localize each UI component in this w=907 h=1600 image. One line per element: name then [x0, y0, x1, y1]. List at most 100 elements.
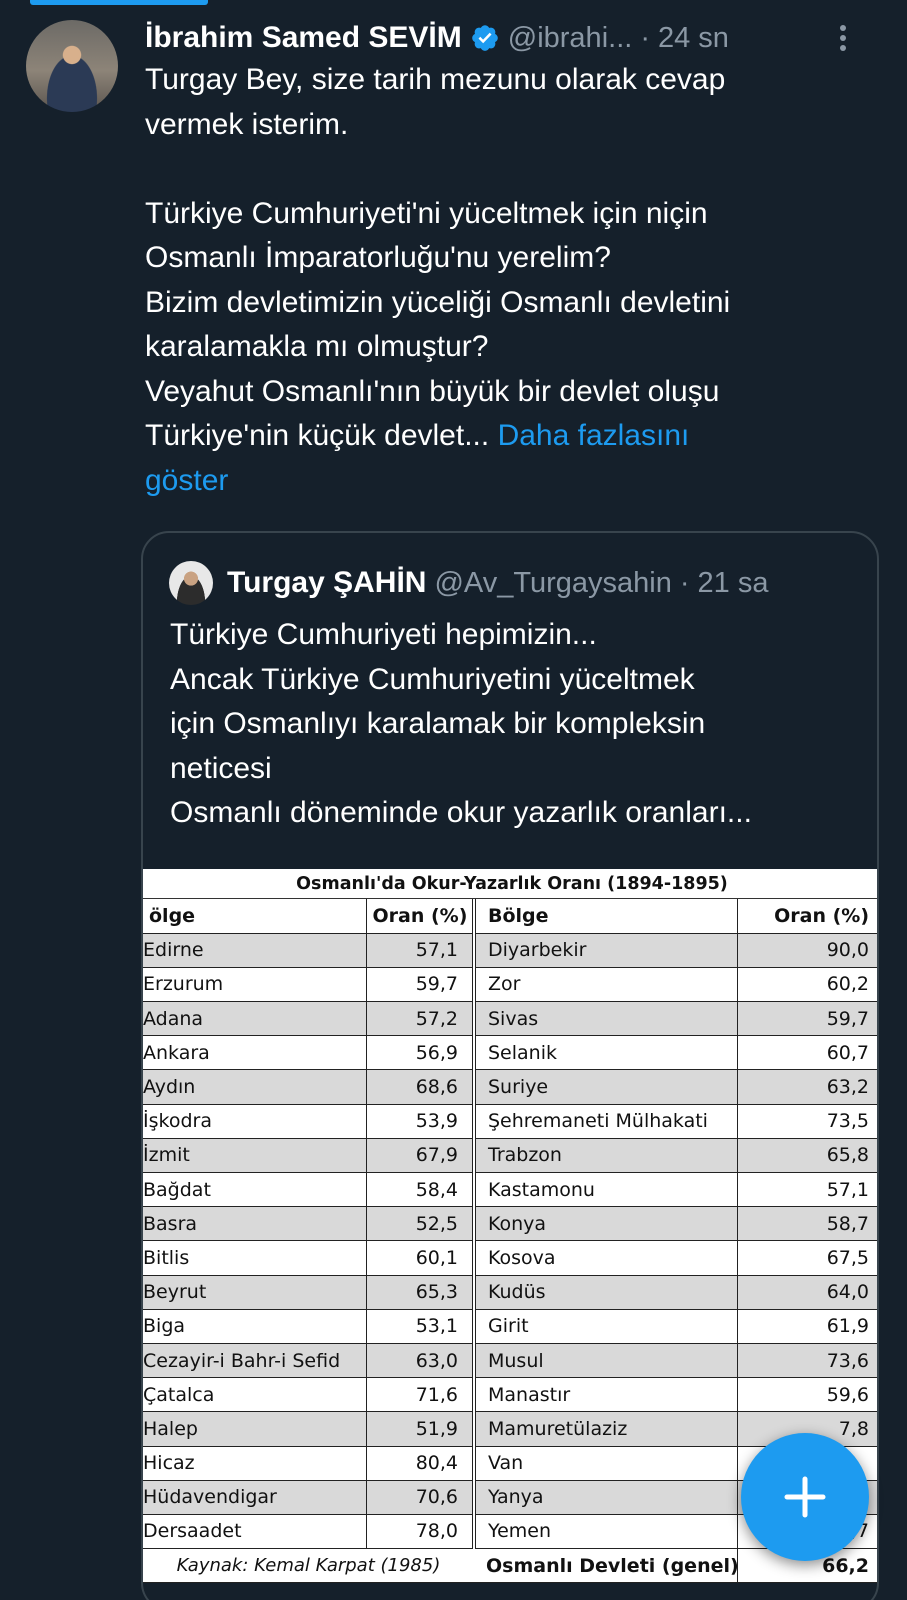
rate-cell: 53,9 — [366, 1104, 476, 1139]
rate-cell-2: 61,9 — [737, 1309, 877, 1344]
rate-cell-2: 65,8 — [737, 1138, 877, 1174]
quote-author-avatar — [169, 561, 213, 605]
quote-header: Turgay ŞAHİN @Av_Turgaysahin · 21 sa — [169, 561, 769, 605]
region-cell: Cezayir-i Bahr-i Sefid — [143, 1343, 367, 1379]
quote-time: 21 sa — [697, 566, 769, 599]
rate-cell: 78,0 — [366, 1514, 476, 1550]
tweet-line: vermek isterim. — [145, 107, 349, 141]
table-row: Bitlis 60,1 Kosova 67,5 — [143, 1240, 877, 1276]
rate-cell-2: 57,1 — [737, 1172, 877, 1208]
region-cell-2: Suriye — [474, 1069, 738, 1105]
rate-cell: 65,3 — [366, 1275, 476, 1310]
region-cell: Beyrut — [143, 1275, 367, 1310]
quote-line: Türkiye Cumhuriyeti hepimizin... — [170, 618, 597, 651]
compose-button[interactable] — [741, 1433, 869, 1561]
table-row: Bağdat 58,4 Kastamonu 57,1 — [143, 1172, 877, 1208]
region-cell: Biga — [143, 1309, 367, 1344]
region-cell-2: Girit — [474, 1309, 738, 1344]
header-rate: Oran (%) — [366, 899, 476, 934]
author-avatar[interactable] — [26, 20, 118, 112]
region-cell: Ankara — [143, 1035, 367, 1071]
rate-cell: 58,4 — [366, 1172, 476, 1208]
more-vertical-icon[interactable] — [833, 22, 853, 54]
rate-cell-2: 59,6 — [737, 1377, 877, 1413]
rate-cell-2: 90,0 — [737, 933, 877, 968]
region-cell-2: Van — [474, 1446, 738, 1481]
tweet-line: Osmanlı İmparatorluğu'nu yerelim? — [145, 241, 611, 274]
tweet-text: Turgay Bey, size tarih mezunu olarak cev… — [145, 58, 865, 503]
rate-cell: 63,0 — [366, 1343, 476, 1379]
quote-author-handle: @Av_Turgaysahin — [434, 566, 672, 599]
region-cell-2: Manastır — [474, 1377, 738, 1413]
quote-author-name: Turgay ŞAHİN — [227, 566, 427, 599]
header-region-2: Bölge — [474, 899, 738, 934]
rate-cell: 68,6 — [366, 1069, 476, 1105]
active-tab-indicator — [30, 0, 208, 5]
rate-cell-2: 60,2 — [737, 967, 877, 1003]
region-cell: Adana — [143, 1001, 367, 1037]
region-cell: Basra — [143, 1206, 367, 1242]
total-label: Osmanlı Devleti (genel) — [474, 1548, 738, 1584]
rate-cell: 53,1 — [366, 1309, 476, 1344]
quote-text: Türkiye Cumhuriyeti hepimizin... Ancak T… — [170, 613, 860, 836]
rate-cell: 51,9 — [366, 1411, 476, 1447]
table-row: Aydın 68,6 Suriye 63,2 — [143, 1069, 877, 1105]
header-region: ölge — [143, 899, 367, 934]
rate-cell-2: 73,6 — [737, 1343, 877, 1379]
rate-cell-2: 58,7 — [737, 1206, 877, 1242]
table-row: Erzurum 59,7 Zor 60,2 — [143, 967, 877, 1003]
show-more-link-cont[interactable]: göster — [145, 464, 228, 497]
rate-cell-2: 63,2 — [737, 1069, 877, 1105]
table-row: Halep 51,9 Mamuretülaziz 7,8 — [143, 1411, 877, 1447]
rate-cell: 59,7 — [366, 967, 476, 1003]
rate-cell: 67,9 — [366, 1138, 476, 1174]
tweet-header: İbrahim Samed SEVİM @ibrahi... · 24 sn — [145, 18, 729, 58]
author-handle[interactable]: @ibrahi... — [508, 22, 633, 55]
rate-cell: 56,9 — [366, 1035, 476, 1071]
rate-cell: 70,6 — [366, 1480, 476, 1515]
rate-cell: 80,4 — [366, 1446, 476, 1481]
region-cell: İşkodra — [143, 1104, 367, 1139]
header-rate-2: Oran (%) — [737, 899, 877, 934]
table-row: Cezayir-i Bahr-i Sefid 63,0 Musul 73,6 — [143, 1343, 877, 1379]
tweet-line: Veyahut Osmanlı'nın büyük bir devlet olu… — [145, 374, 720, 408]
rate-cell: 57,1 — [366, 933, 476, 968]
tweet-line: Bizim devletimizin yüceliği Osmanlı devl… — [145, 285, 731, 319]
verified-badge-icon — [470, 23, 500, 53]
tweet-time[interactable]: 24 sn — [658, 22, 729, 55]
region-cell-2: Zor — [474, 967, 738, 1003]
table-title: Osmanlı'da Okur-Yazarlık Oranı (1894-189… — [143, 869, 877, 899]
table-row: Basra 52,5 Konya 58,7 — [143, 1206, 877, 1242]
table-header-row: ölge Oran (%) Bölge Oran (%) — [143, 899, 877, 934]
region-cell: Hicaz — [143, 1446, 367, 1481]
region-cell: Hüdavendigar — [143, 1480, 367, 1515]
region-cell: Halep — [143, 1411, 367, 1447]
rate-cell-2: 59,7 — [737, 1001, 877, 1037]
rate-cell: 71,6 — [366, 1377, 476, 1413]
table-row: Beyrut 65,3 Kudüs 64,0 — [143, 1275, 877, 1310]
region-cell: Çatalca — [143, 1377, 367, 1413]
table-row: Biga 53,1 Girit 61,9 — [143, 1309, 877, 1344]
table-row: İzmit 67,9 Trabzon 65,8 — [143, 1138, 877, 1174]
region-cell: Bitlis — [143, 1240, 367, 1276]
region-cell-2: Yemen — [474, 1514, 738, 1550]
region-cell-2: Şehremaneti Mülhakati — [474, 1104, 738, 1139]
table-row: Adana 57,2 Sivas 59,7 — [143, 1001, 877, 1037]
separator-dot: · — [679, 566, 690, 599]
show-more-link[interactable]: Daha fazlasını — [498, 419, 690, 452]
region-cell: Edirne — [143, 933, 367, 968]
region-cell: Bağdat — [143, 1172, 367, 1208]
region-cell-2: Diyarbekir — [474, 933, 738, 968]
region-cell-2: Yanya — [474, 1480, 738, 1515]
region-cell-2: Musul — [474, 1343, 738, 1379]
quoted-tweet-card[interactable]: Turgay ŞAHİN @Av_Turgaysahin · 21 sa Tür… — [141, 531, 879, 1600]
rate-cell: 52,5 — [366, 1206, 476, 1242]
table-row: İşkodra 53,9 Şehremaneti Mülhakati 73,5 — [143, 1104, 877, 1139]
region-cell: Aydın — [143, 1069, 367, 1105]
table-row: Çatalca 71,6 Manastır 59,6 — [143, 1377, 877, 1413]
author-name[interactable]: İbrahim Samed SEVİM — [145, 21, 462, 55]
separator-dot: · — [640, 21, 650, 54]
tweet-line: karalamakla mı olmuştur? — [145, 330, 489, 363]
region-cell-2: Sivas — [474, 1001, 738, 1037]
rate-cell-2: 64,0 — [737, 1275, 877, 1310]
